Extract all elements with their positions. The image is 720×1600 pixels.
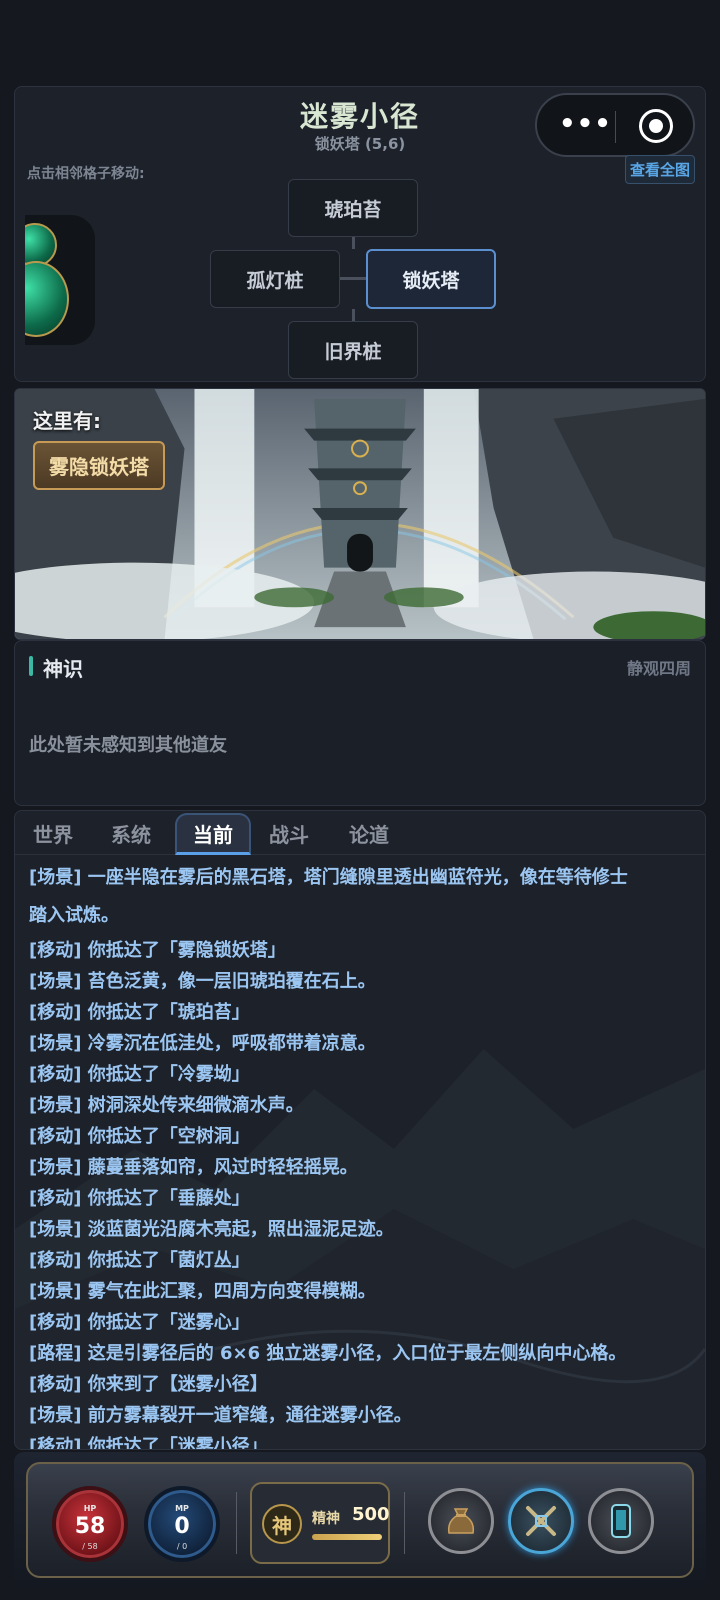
log-line: [路程] 这是引雾径后的 6×6 独立迷雾小径，入口位于最左侧纵向中心格。 [29, 1343, 627, 1364]
spirit-value: 500 [352, 1504, 390, 1525]
mini-program-capsule: ••• [535, 93, 695, 157]
hp-value: 58 [74, 1514, 106, 1539]
spirit-seal-icon: 神 [262, 1504, 302, 1544]
mp-value: 0 [174, 1514, 190, 1539]
map-cell-west[interactable]: 孤灯桩 [210, 250, 340, 308]
spirit-label: 精神 [312, 1511, 340, 1527]
scene-panel: 这里有: 雾隐锁妖塔 [14, 388, 706, 640]
log-line: [移动] 你抵达了「雾隐锁妖塔」 [29, 940, 286, 961]
hud-divider [404, 1492, 405, 1554]
log-line: 踏入试炼。 [29, 905, 119, 926]
battle-icon [526, 1506, 556, 1536]
scene-entity-tag[interactable]: 雾隐锁妖塔 [33, 441, 165, 490]
log-line: [移动] 你抵达了「空树洞」 [29, 1126, 250, 1147]
hp-orb[interactable]: HP 58 / 58 [52, 1486, 128, 1562]
mp-label: MP [175, 1504, 189, 1513]
tab-world[interactable]: 世界 [33, 819, 73, 848]
map-cell-north[interactable]: 琥珀苔 [288, 179, 418, 237]
target-icon[interactable] [639, 109, 673, 143]
log-list: [场景] 一座半隐在雾后的黑石塔，塔门缝隙里透出幽蓝符光，像在等待修士 踏入试炼… [29, 859, 691, 1450]
spirit-bar [312, 1534, 382, 1540]
log-line: [场景] 藤蔓垂落如帘，风过时轻轻摇晃。 [29, 1157, 358, 1178]
sense-title: 神识 [29, 653, 83, 682]
map-connector [340, 277, 366, 280]
map-cell-current[interactable]: 锁妖塔 [366, 249, 496, 309]
capsule-divider [615, 111, 616, 143]
gourd-icon[interactable] [25, 215, 95, 345]
log-line: [移动] 你抵达了「琥珀苔」 [29, 1002, 250, 1023]
log-line: [场景] 淡蓝菌光沿腐木亮起，照出湿泥足迹。 [29, 1219, 394, 1240]
map-hint: 点击相邻格子移动: [27, 166, 145, 182]
hp-label: HP [83, 1504, 97, 1513]
log-line: [场景] 苔色泛黄，像一层旧琥珀覆在石上。 [29, 971, 376, 992]
sense-panel: 神识 静观四周 此处暂未感知到其他道友 [14, 640, 706, 806]
sense-empty-text: 此处暂未感知到其他道友 [29, 735, 227, 756]
map-panel: 迷雾小径 锁妖塔 (5,6) 点击相邻格子移动: ••• 查看全图 琥珀苔 孤灯… [14, 86, 706, 382]
bag-button[interactable] [428, 1488, 494, 1554]
view-full-map-button[interactable]: 查看全图 [624, 155, 695, 184]
bag-icon [447, 1508, 475, 1534]
bottom-hud: HP 58 / 58 MP 0 / 0 神 精神 500 [14, 1452, 706, 1588]
log-line: [移动] 你抵达了「菌灯丛」 [29, 1250, 250, 1271]
log-panel: 世界 系统 当前 战斗 论道 [场景] 一座半隐在雾后的黑石塔，塔门缝隙里透出幽… [14, 810, 706, 1450]
mp-orb[interactable]: MP 0 / 0 [144, 1486, 220, 1562]
log-line: [场景] 树洞深处传来细微滴水声。 [29, 1095, 304, 1116]
map-cell-south[interactable]: 旧界桩 [288, 321, 418, 379]
log-line: [移动] 你抵达了「迷雾心」 [29, 1312, 250, 1333]
log-line: [移动] 你抵达了「冷雾坳」 [29, 1064, 250, 1085]
spirit-meter[interactable]: 神 精神 500 [250, 1482, 390, 1564]
log-tabs: 世界 系统 当前 战斗 论道 [15, 811, 705, 855]
scene-label: 这里有: [33, 409, 101, 433]
phone-button[interactable] [588, 1488, 654, 1554]
tab-system[interactable]: 系统 [111, 819, 151, 848]
observe-button[interactable]: 静观四周 [627, 655, 691, 679]
tab-current[interactable]: 当前 [175, 813, 251, 855]
log-line: [场景] 雾气在此汇聚，四周方向变得模糊。 [29, 1281, 376, 1302]
hud-divider [236, 1492, 237, 1554]
phone-icon [611, 1504, 631, 1538]
hp-max: / 58 [82, 1542, 98, 1551]
log-line: [移动] 你抵达了「垂藤处」 [29, 1188, 250, 1209]
log-line: [场景] 一座半隐在雾后的黑石塔，塔门缝隙里透出幽蓝符光，像在等待修士 [29, 867, 628, 888]
battle-button[interactable] [508, 1488, 574, 1554]
hud-frame: HP 58 / 58 MP 0 / 0 神 精神 500 [26, 1462, 694, 1578]
log-line: [场景] 前方雾幕裂开一道窄缝，通往迷雾小径。 [29, 1405, 412, 1426]
scene-illustration [15, 389, 705, 639]
mp-max: / 0 [176, 1542, 188, 1551]
log-line: [移动] 你抵达了「迷雾小径」 [29, 1436, 268, 1450]
log-line: [场景] 冷雾沉在低洼处，呼吸都带着凉意。 [29, 1033, 376, 1054]
map-connector [352, 309, 355, 321]
tab-discuss[interactable]: 论道 [349, 819, 389, 848]
more-icon[interactable]: ••• [559, 109, 612, 139]
log-line: [移动] 你来到了【迷雾小径】 [29, 1374, 268, 1395]
tab-battle[interactable]: 战斗 [269, 819, 309, 848]
map-connector [352, 237, 355, 249]
spirit-bar-fill [312, 1534, 382, 1540]
